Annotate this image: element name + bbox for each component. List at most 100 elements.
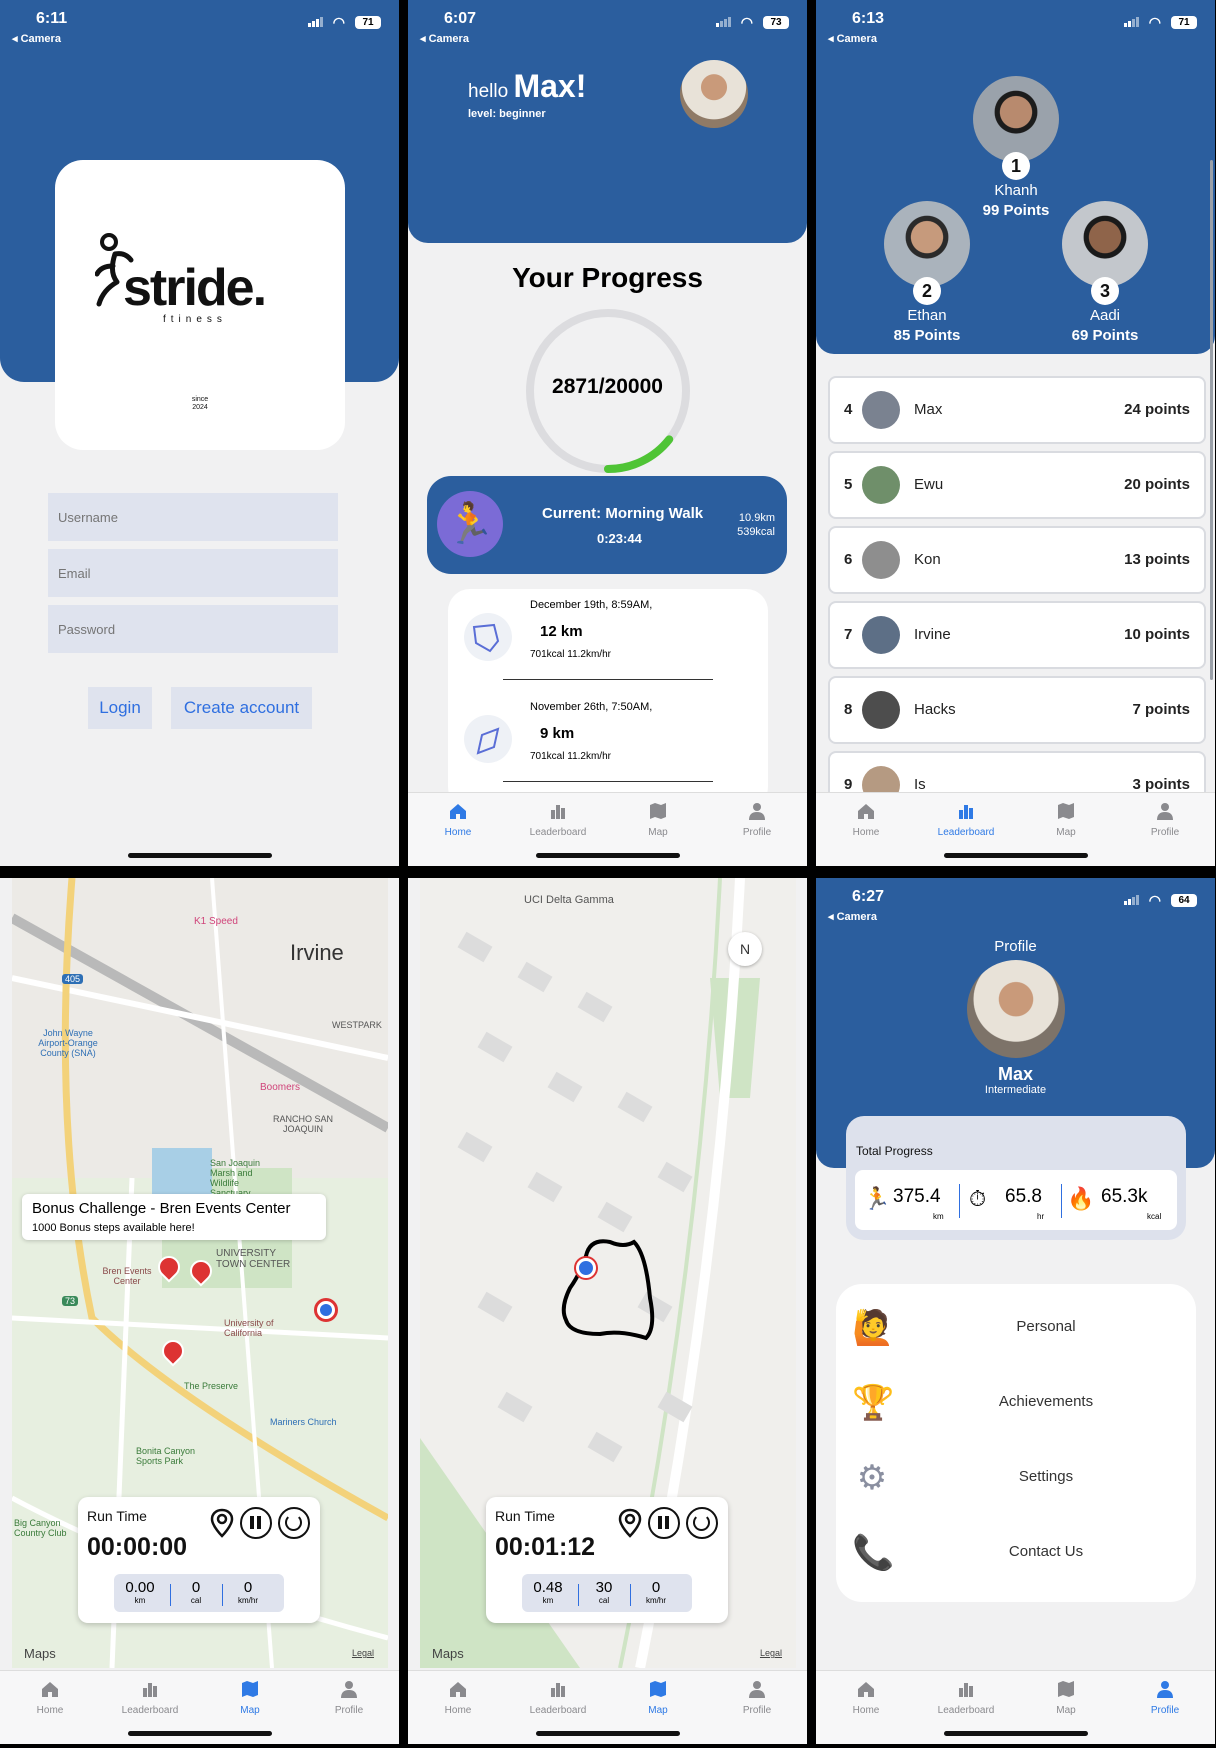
legal-link[interactable]: Legal	[352, 1648, 374, 1658]
total-progress-label: Total Progress	[856, 1144, 933, 1158]
tab-map[interactable]: Map	[200, 1679, 300, 1716]
tab-label: Leaderboard	[937, 1705, 995, 1716]
current-location-pin-icon[interactable]	[314, 1298, 338, 1322]
page-title: Profile	[994, 938, 1037, 955]
home-indicator	[943, 853, 1088, 858]
reset-button[interactable]	[686, 1507, 718, 1539]
battery-indicator: 64	[1171, 894, 1197, 907]
current-activity-km: 10.9km	[738, 512, 775, 524]
avatar[interactable]	[967, 960, 1065, 1058]
location-pin-icon[interactable]	[206, 1507, 238, 1539]
leaderboard-icon	[959, 1683, 973, 1697]
status-time: 6:11	[36, 10, 68, 27]
row-rank: 7	[844, 626, 853, 643]
map-label-airport: John Wayne Airport-Orange County (SNA)	[38, 1028, 98, 1058]
tab-label: Leaderboard	[529, 827, 587, 838]
stat-calories: 0 cal	[190, 1579, 202, 1605]
avatar[interactable]	[1062, 201, 1148, 287]
legal-link[interactable]: Legal	[760, 1648, 782, 1658]
compass-icon[interactable]: N	[728, 932, 762, 966]
tab-leaderboard[interactable]: Leaderboard	[508, 1679, 608, 1716]
tab-map[interactable]: Map	[1016, 1679, 1116, 1716]
pause-button[interactable]	[240, 1507, 272, 1539]
signal-icon	[1124, 17, 1140, 27]
stat-calories: 65.3k	[1101, 1186, 1148, 1207]
leaderboard-row[interactable]: 4 Max 24 points	[828, 376, 1206, 444]
current-activity-card[interactable]: 🏃 Current: Morning Walk 0:23:44 10.9km 5…	[427, 476, 787, 574]
map-icon	[1058, 803, 1074, 819]
progress-stats: 🏃 375.4 km ⏱ 65.8 hr 🔥 65.3k kcal	[855, 1170, 1177, 1230]
tab-home[interactable]: Home	[816, 801, 916, 838]
tab-profile[interactable]: Profile	[707, 1679, 807, 1716]
bonus-challenge-callout[interactable]: Bonus Challenge - Bren Events Center 100…	[22, 1194, 326, 1240]
password-field[interactable]	[48, 605, 338, 653]
menu-item-settings[interactable]: ⚙ Settings	[836, 1442, 1196, 1512]
home-indicator	[535, 853, 680, 858]
wifi-icon: ◠	[1148, 892, 1161, 908]
leaderboard-row[interactable]: 8 Hacks 7 points	[828, 676, 1206, 744]
avatar[interactable]	[680, 60, 748, 128]
status-time: 6:13	[852, 10, 885, 27]
tab-leaderboard[interactable]: Leaderboard	[508, 801, 608, 838]
tab-map[interactable]: Map	[1016, 801, 1116, 838]
tab-label: Profile	[1150, 827, 1180, 838]
profile-screen: 6:27 ◂ Camera ◠ 64 Profile Max Intermedi…	[816, 878, 1215, 1744]
menu-label: Settings	[1018, 1468, 1074, 1485]
trophy-icon: 🏆	[852, 1384, 895, 1422]
tab-profile[interactable]: Profile	[707, 801, 807, 838]
scrollbar[interactable]	[1210, 160, 1213, 680]
tab-home[interactable]: Home	[408, 1679, 508, 1716]
row-rank: 4	[844, 401, 853, 418]
tab-label: Profile	[334, 1705, 364, 1716]
row-points: 3 points	[1132, 776, 1190, 792]
leaderboard-list[interactable]: 4 Max 24 points 5 Ewu 20 points 6 Kon 13 point…	[816, 374, 1215, 792]
login-button[interactable]: Login	[88, 687, 152, 729]
avatar[interactable]	[973, 76, 1059, 162]
tab-leaderboard[interactable]: Leaderboard	[916, 801, 1016, 838]
tab-home[interactable]: Home	[408, 801, 508, 838]
back-to-camera[interactable]: ◂ Camera	[828, 32, 877, 45]
create-account-button[interactable]: Create account	[171, 687, 312, 729]
username-field[interactable]	[48, 493, 338, 541]
tab-home[interactable]: Home	[816, 1679, 916, 1716]
leaderboard-row[interactable]: 7 Irvine 10 points	[828, 601, 1206, 669]
tab-profile[interactable]: Profile	[1115, 801, 1215, 838]
leaderboard-row[interactable]: 9 Is 3 points	[828, 751, 1206, 792]
leaderboard-row[interactable]: 6 Kon 13 points	[828, 526, 1206, 594]
profile-name: Max	[997, 1064, 1033, 1084]
menu-item-personal[interactable]: 🙋 Personal	[836, 1292, 1196, 1362]
activity-item[interactable]: December 19th, 8:59AM, 12 km 701kcal 11.…	[448, 589, 768, 680]
current-location-pin-icon[interactable]	[576, 1258, 596, 1278]
tab-label: Map	[240, 1705, 260, 1716]
tab-map[interactable]: Map	[608, 801, 708, 838]
tab-map[interactable]: Map	[608, 1679, 708, 1716]
leaderboard-row[interactable]: 5 Ewu 20 points	[828, 451, 1206, 519]
menu-item-achievements[interactable]: 🏆 Achievements	[836, 1367, 1196, 1437]
activity-history: December 19th, 8:59AM, 12 km 701kcal 11.…	[448, 589, 768, 809]
menu-item-contact[interactable]: 📞 Contact Us	[836, 1517, 1196, 1587]
tab-home[interactable]: Home	[0, 1679, 100, 1716]
tab-leaderboard[interactable]: Leaderboard	[916, 1679, 1016, 1716]
reset-button[interactable]	[278, 1507, 310, 1539]
home-indicator	[127, 1731, 272, 1736]
home-icon	[42, 1682, 58, 1697]
activity-item[interactable]: November 26th, 7:50AM, 9 km 701kcal 11.2…	[448, 691, 768, 782]
tab-profile[interactable]: Profile	[1115, 1679, 1215, 1716]
logo-card: stride. ftiness since 2024	[55, 160, 345, 450]
stat-speed: 0 km/hr	[646, 1579, 666, 1605]
login-screen: 6:11 ◂ Camera ◠ 71 stride. ftiness since…	[0, 0, 399, 866]
wifi-icon: ◠	[1148, 14, 1161, 30]
back-to-camera[interactable]: ◂ Camera	[420, 32, 469, 45]
email-field[interactable]	[48, 549, 338, 597]
tab-profile[interactable]: Profile	[299, 1679, 399, 1716]
raising-hand-icon: 🙋	[852, 1309, 895, 1347]
back-to-camera[interactable]: ◂ Camera	[12, 32, 61, 45]
back-to-camera[interactable]: ◂ Camera	[828, 910, 877, 923]
location-pin-icon[interactable]	[614, 1507, 646, 1539]
tab-leaderboard[interactable]: Leaderboard	[100, 1679, 200, 1716]
map-label-bigcanyon: Big Canyon Country Club	[14, 1518, 67, 1538]
stat-speed: 0 km/hr	[238, 1579, 258, 1605]
highway-73-badge: 73	[62, 1296, 79, 1306]
avatar[interactable]	[884, 201, 970, 287]
pause-button[interactable]	[648, 1507, 680, 1539]
